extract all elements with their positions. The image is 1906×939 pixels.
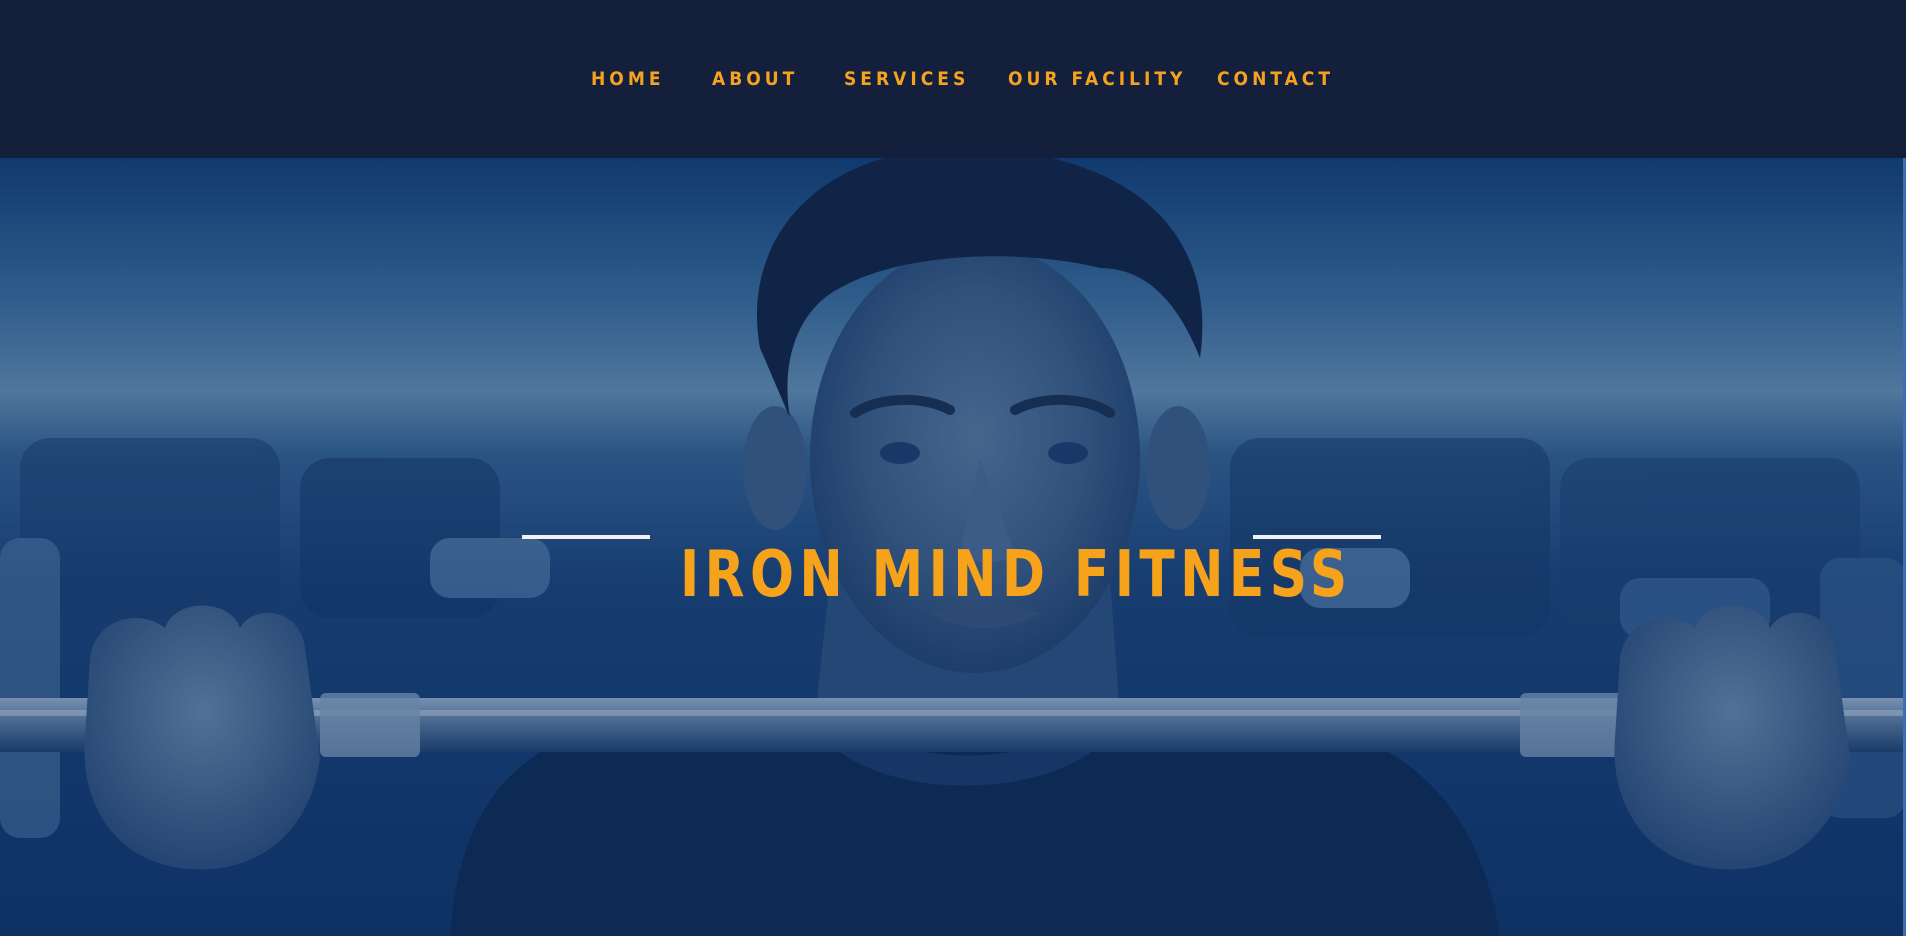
- nav-contact-link[interactable]: CONTACT: [1217, 66, 1334, 92]
- nav-menu: HOME ABOUT SERVICES OUR FACILITY CONTACT: [0, 66, 1906, 92]
- nav-home-link[interactable]: HOME: [591, 66, 665, 92]
- title-right-rule: [1253, 535, 1381, 539]
- hero-title: IRON MIND FITNESS: [680, 537, 1353, 612]
- title-left-rule: [522, 535, 650, 539]
- top-navigation: HOME ABOUT SERVICES OUR FACILITY CONTACT: [0, 0, 1906, 158]
- nav-our-facility-link[interactable]: OUR FACILITY: [1008, 66, 1186, 92]
- nav-about-link[interactable]: ABOUT: [712, 66, 798, 92]
- page: HOME ABOUT SERVICES OUR FACILITY CONTACT: [0, 0, 1906, 939]
- site-frame: HOME ABOUT SERVICES OUR FACILITY CONTACT: [0, 0, 1906, 936]
- nav-services-link[interactable]: SERVICES: [844, 66, 969, 92]
